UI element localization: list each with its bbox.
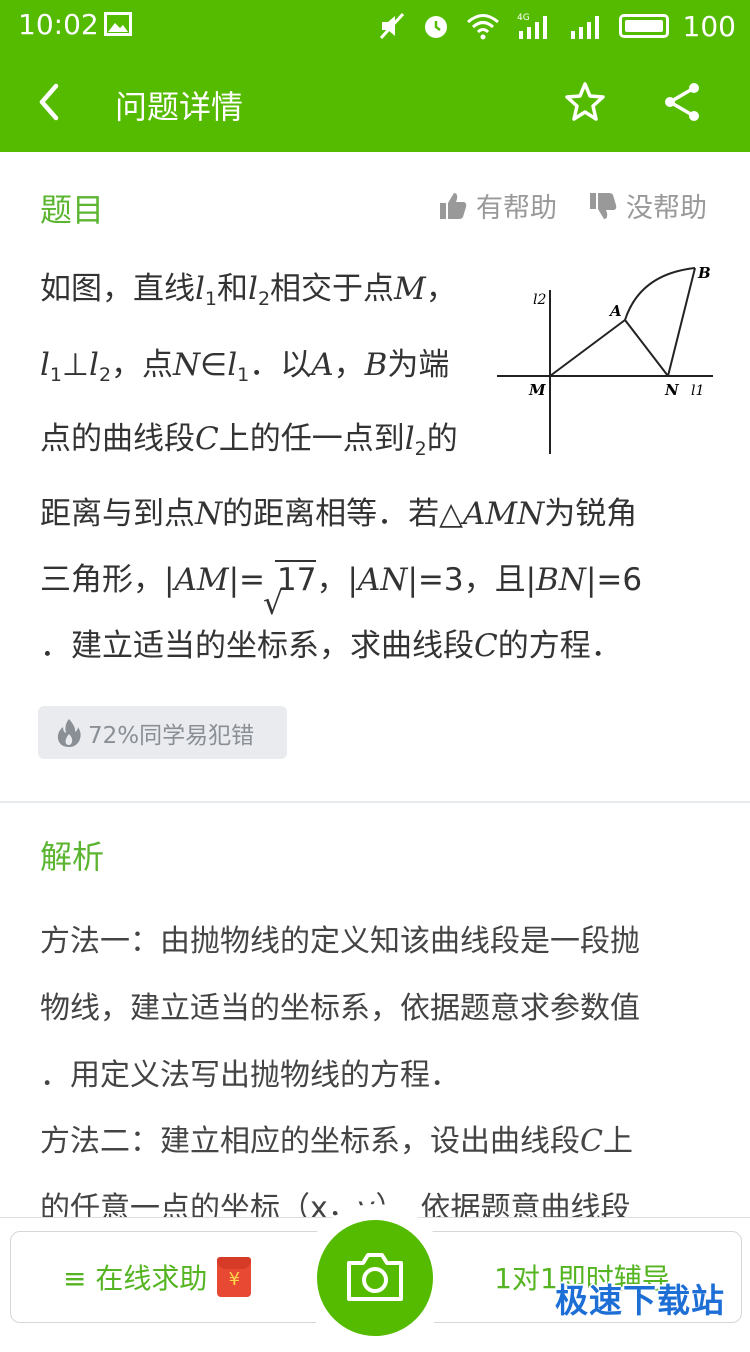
nav-bar: 问题详情 <box>0 52 750 152</box>
status-icons: 4G 100 <box>377 6 736 46</box>
online-help-label: ≡ 在线求助 <box>63 1262 208 1295</box>
mute-icon <box>379 12 404 40</box>
signal-icon <box>570 16 599 39</box>
helpful-label: 有帮助 <box>476 193 557 224</box>
battery-level: 100 <box>682 9 736 43</box>
page-title: 问题详情 <box>115 88 244 126</box>
wifi-icon <box>466 14 499 40</box>
question-line-6: ．建立适当的坐标系，求曲线段C的方程． <box>40 628 622 664</box>
analysis-line-4: 方法二：建立相应的坐标系，设出曲线段C上 <box>40 1124 633 1159</box>
thumbs-down-icon <box>590 192 617 219</box>
figure-label-b: B <box>697 264 711 282</box>
figure-label-m: M <box>528 381 546 399</box>
unhelpful-button[interactable]: 没帮助 <box>588 186 707 225</box>
helpful-button[interactable]: 有帮助 <box>438 186 557 225</box>
red-envelope-icon: ¥ <box>217 1257 252 1297</box>
image-notification-icon <box>104 12 132 36</box>
alarm-icon <box>424 16 447 38</box>
section-divider <box>0 801 750 803</box>
figure-label-a: A <box>608 302 622 320</box>
figure-label-l1: l1 <box>691 383 704 399</box>
analysis-section-label: 解析 <box>40 838 105 876</box>
back-icon[interactable] <box>30 80 70 124</box>
app-header: 10:02 4G 100 问题详情 <box>0 0 750 152</box>
watermark: 极速下载站 <box>555 1281 725 1320</box>
mistake-rate-text: 72%同学易犯错 <box>88 722 255 749</box>
figure-label-l2: l2 <box>533 292 546 308</box>
svg-text:4G: 4G <box>517 13 530 23</box>
status-time: 10:02 <box>18 8 99 41</box>
analysis-line-2: 物线，建立适当的坐标系，依据题意求参数值 <box>40 991 640 1026</box>
mistake-rate-badge: 72%同学易犯错 <box>38 706 287 759</box>
status-bar: 10:02 4G 100 <box>0 0 750 52</box>
battery-icon <box>618 14 669 38</box>
figure-label-n: N <box>664 381 680 399</box>
analysis-line-3: ．用定义法写出抛物线的方程． <box>40 1058 460 1093</box>
camera-icon[interactable] <box>345 1251 405 1303</box>
flame-icon <box>57 718 81 747</box>
share-icon[interactable] <box>660 80 704 124</box>
question-section-label: 题目 <box>40 191 105 229</box>
thumbs-up-icon <box>440 192 467 219</box>
question-line-4: 距离与到点N的距离相等．若△AMN为锐角 <box>40 496 638 532</box>
geometry-figure: l2 A B M N l1 <box>497 264 713 454</box>
question-line-2: l1⊥l2，点N∈l1．以A，B为端 <box>40 347 450 386</box>
unhelpful-label: 没帮助 <box>626 193 707 224</box>
analysis-line-1: 方法一：由抛物线的定义知该曲线段是一段抛 <box>40 924 640 959</box>
question-line-5: 三角形，|AM|= √ 17，|AN|=3，且|BN|=6 <box>40 560 643 622</box>
question-line-3: 点的曲线段C上的任一点到l2的 <box>40 421 458 460</box>
favorite-star-icon[interactable] <box>563 80 607 124</box>
signal-4g-icon: 4G <box>517 13 547 39</box>
question-line-1: 如图，直线l1和l2相交于点M， <box>40 271 457 310</box>
